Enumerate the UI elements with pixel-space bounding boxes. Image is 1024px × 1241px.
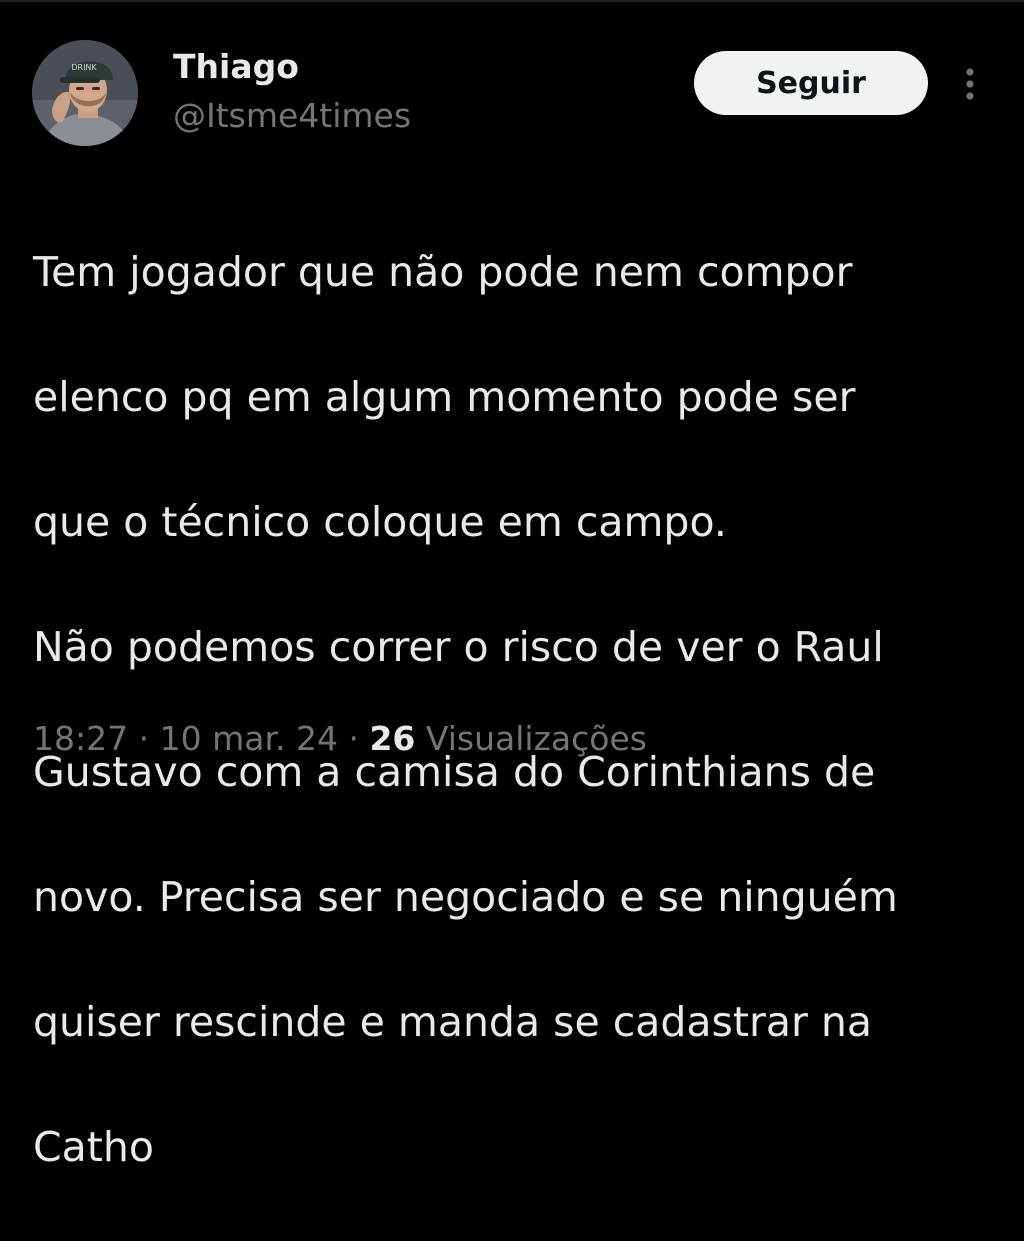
tweet-text-line: novo. Precisa ser negociado e se ninguém — [33, 872, 898, 921]
avatar[interactable]: DRINK — [32, 40, 138, 146]
meta-separator: · — [138, 719, 150, 758]
more-vertical-icon — [966, 68, 974, 100]
views-count[interactable]: 26 — [369, 719, 415, 758]
more-options-button[interactable] — [955, 62, 985, 106]
cap-logo-text: DRINK — [71, 63, 97, 72]
tweet-text-line: Catho — [33, 1122, 154, 1171]
tweet-text-line: Tem jogador que não pode nem compor — [33, 247, 853, 296]
meta-separator: · — [348, 719, 359, 758]
top-divider — [0, 0, 1024, 2]
tweet-text-line: Não podemos correr o risco de ver o Raul — [33, 622, 884, 671]
views-label[interactable]: Visualizações — [426, 719, 647, 758]
tweet-date[interactable]: 10 mar. 24 — [160, 719, 338, 758]
author-handle[interactable]: @Itsme4times — [173, 93, 411, 139]
follow-button[interactable]: Seguir — [694, 51, 928, 115]
tweet-text-line: quiser rescinde e manda se cadastrar na — [33, 997, 872, 1046]
tweet-text: Tem jogador que não pode nem compor elen… — [33, 178, 993, 1241]
tweet-text-line: que o técnico coloque em campo. — [33, 497, 727, 546]
tweet-meta: 18:27 · 10 mar. 24 · 26 Visualizações — [33, 716, 647, 762]
tweet-time[interactable]: 18:27 — [33, 719, 128, 758]
avatar-photo: DRINK — [32, 40, 138, 146]
author-display-name[interactable]: Thiago — [173, 44, 299, 90]
tweet-text-line: elenco pq em algum momento pode ser — [33, 372, 856, 421]
